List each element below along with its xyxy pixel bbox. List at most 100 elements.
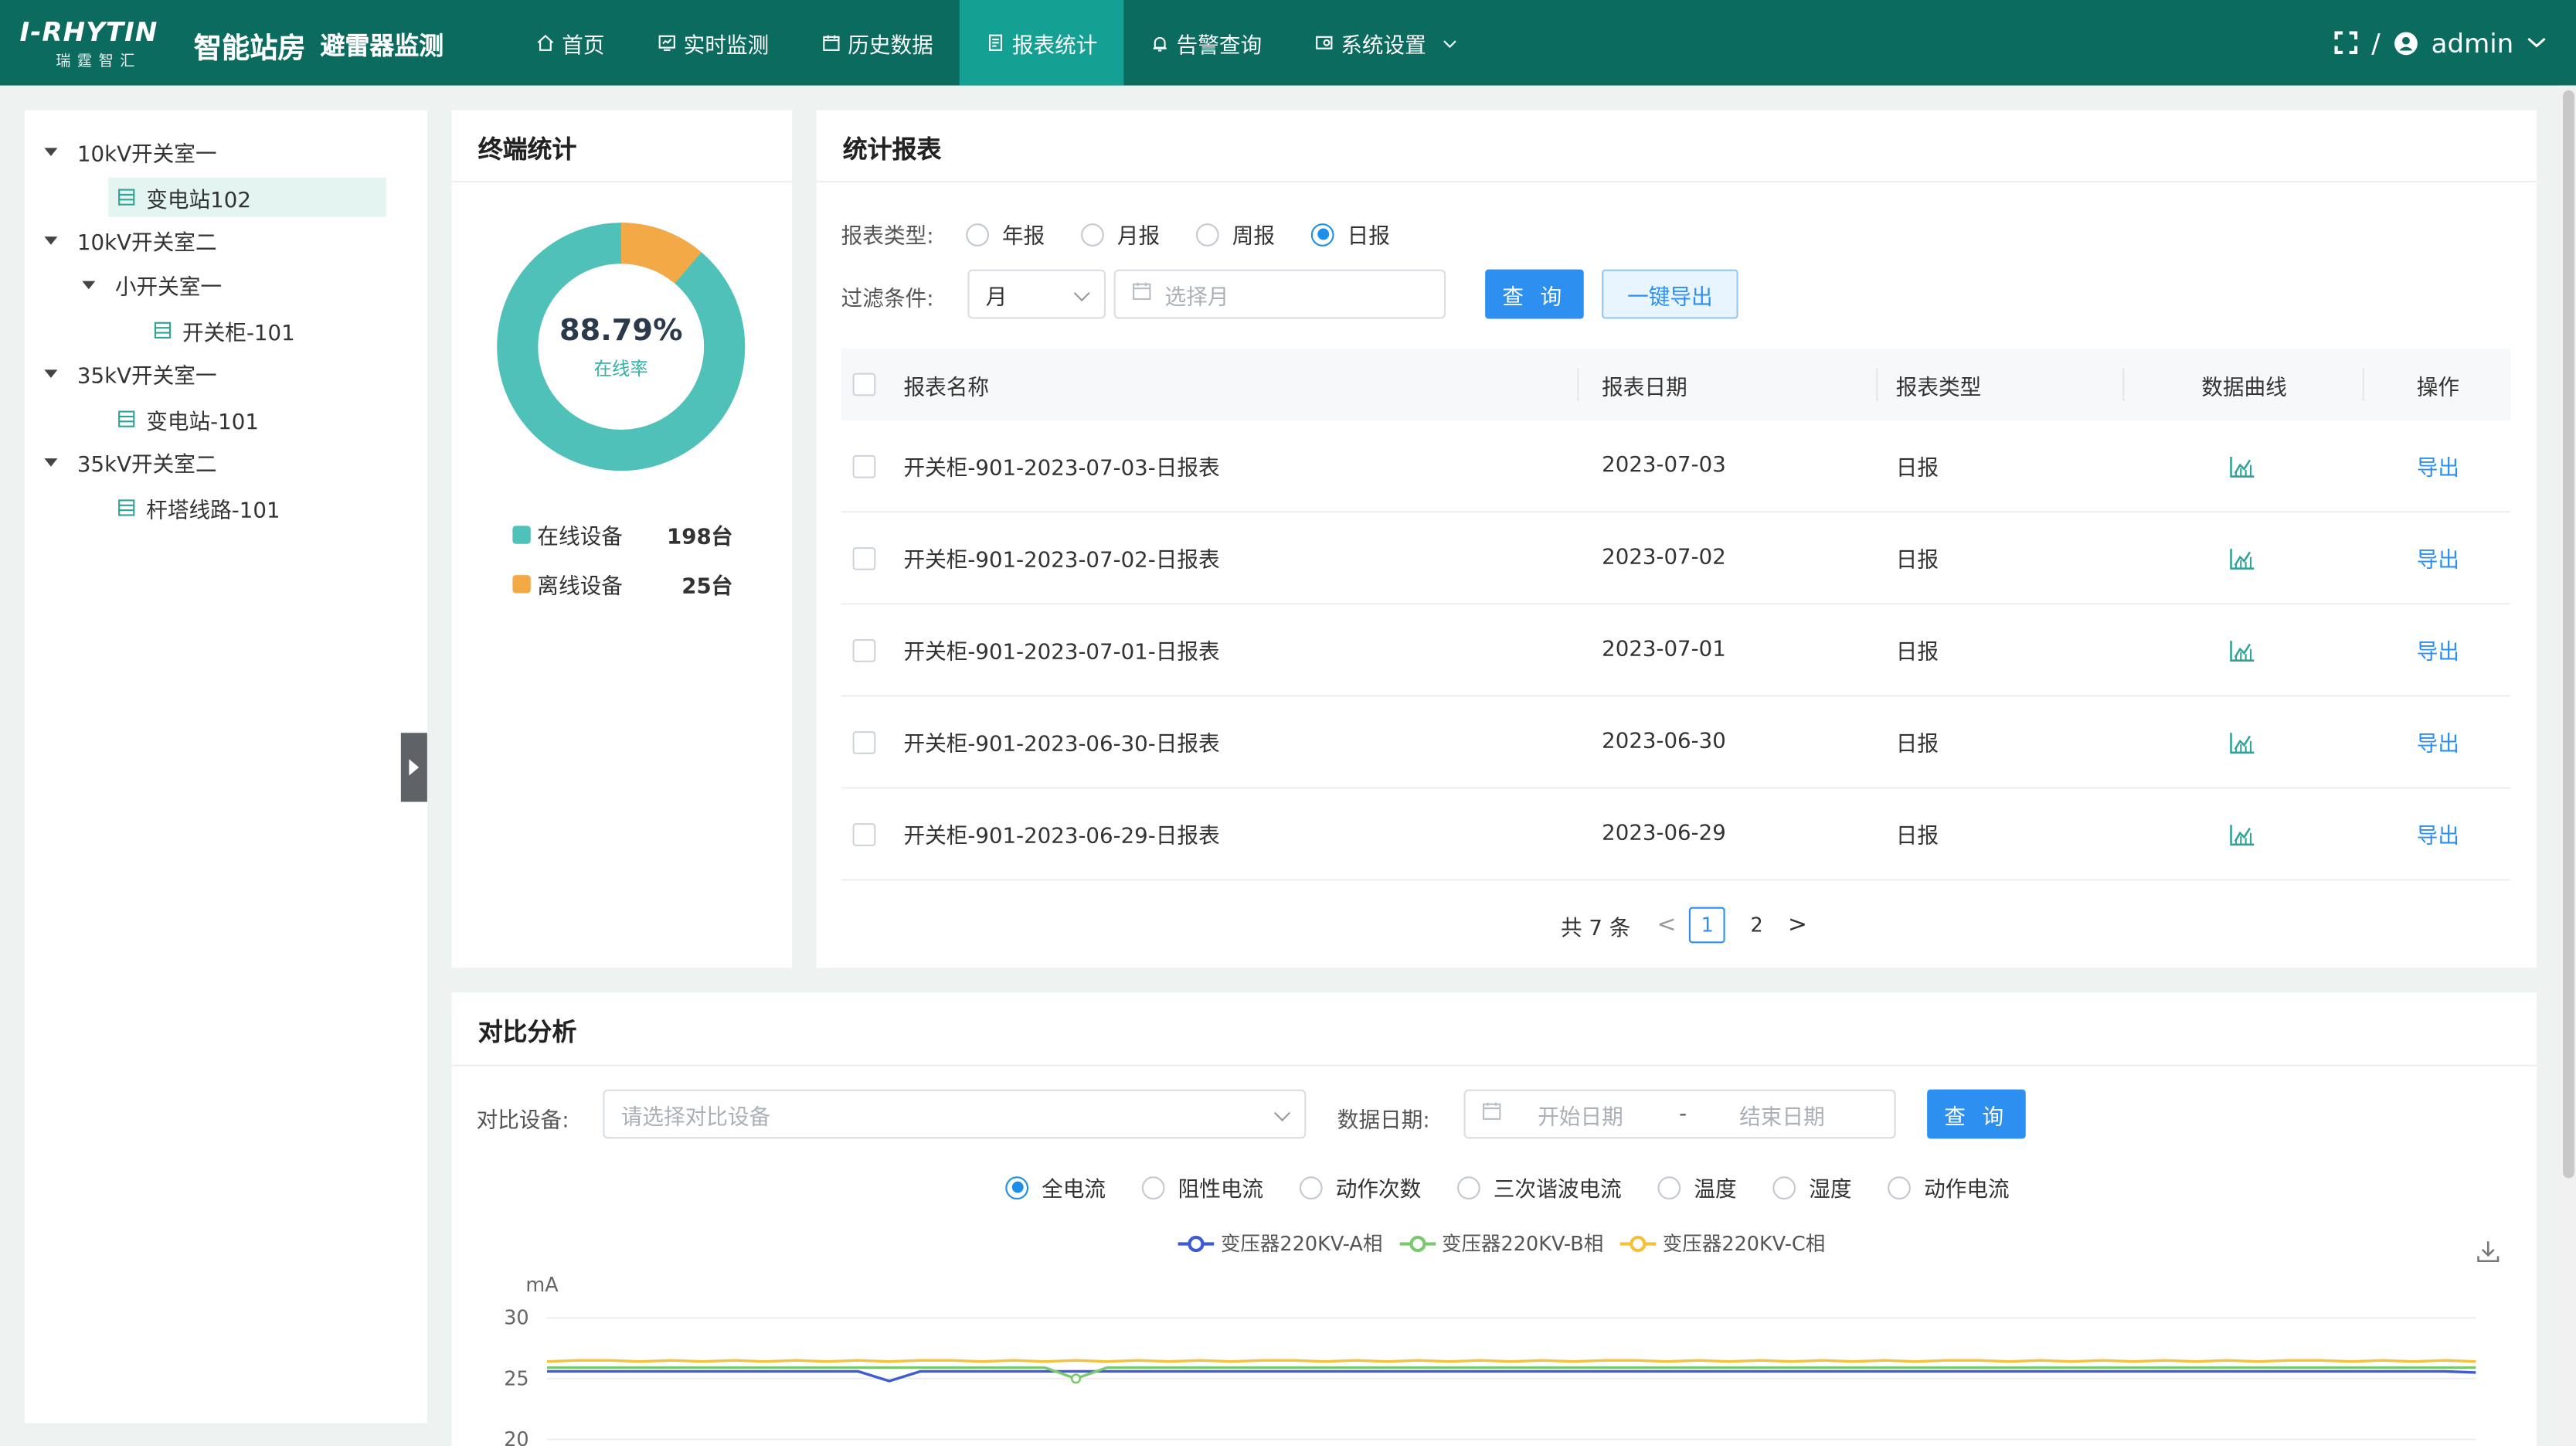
radio-circle[interactable] (966, 223, 990, 246)
radio-metric-resistive-current[interactable]: 阻性电流 (1141, 1172, 1263, 1203)
pagination: 共 7 条 < 1 2 > (1561, 907, 1807, 944)
line-chart-icon[interactable] (2229, 420, 2255, 511)
select-placeholder: 请选择对比设备 (620, 1104, 771, 1130)
compare-device-select[interactable]: 请选择对比设备 (603, 1089, 1307, 1139)
radio-circle[interactable] (1141, 1176, 1165, 1199)
radio-label: 湿度 (1809, 1178, 1852, 1203)
caret-down-icon[interactable] (82, 280, 96, 289)
radio-circle[interactable] (1657, 1176, 1681, 1199)
nav-item-history[interactable]: 历史数据 (795, 0, 960, 86)
radio-circle-checked[interactable] (1310, 223, 1334, 246)
row-export-link[interactable]: 导出 (2417, 604, 2459, 695)
series-line-0[interactable] (547, 1369, 2476, 1383)
radio-circle-checked[interactable] (1005, 1176, 1029, 1199)
radio-circle[interactable] (1196, 223, 1219, 246)
logo-main-text: I-RHYTIN (19, 16, 158, 48)
radio-metric-action-count[interactable]: 动作次数 (1299, 1172, 1421, 1203)
main-nav: 首页 实时监测 历史数据 报表统计 告警查询 系统设置 (509, 0, 1483, 86)
legend-series-a[interactable]: 变压器220KV-A相 (1178, 1229, 1382, 1257)
tree-node-4[interactable]: 开关柜-101 (153, 311, 295, 350)
row-export-link[interactable]: 导出 (2417, 512, 2459, 603)
tree-node-5[interactable]: 35kV开关室一 (44, 353, 217, 393)
legend-series-label: 变压器220KV-C相 (1662, 1232, 1826, 1256)
fullscreen-icon[interactable] (2335, 31, 2359, 55)
tree-node-8[interactable]: 杆塔线路-101 (117, 488, 280, 527)
radio-metric-full-current[interactable]: 全电流 (1005, 1172, 1106, 1203)
tree-node-6[interactable]: 变电站-101 (117, 400, 259, 439)
select-all-checkbox[interactable] (852, 373, 876, 396)
caret-down-icon[interactable] (44, 236, 58, 244)
line-chart-icon[interactable] (2229, 789, 2255, 880)
radio-metric-humidity[interactable]: 湿度 (1772, 1172, 1852, 1203)
radio-month[interactable]: 月报 (1081, 219, 1160, 250)
compare-panel: 对比分析 对比设备: 请选择对比设备 数据日期: 开始日期 - 结束日期 查 询… (451, 992, 2537, 1446)
row-export-link[interactable]: 导出 (2417, 789, 2459, 880)
pager-page-2[interactable]: 2 (1738, 907, 1775, 944)
report-query-button[interactable]: 查 询 (1485, 269, 1584, 319)
pager-next-button[interactable]: > (1788, 912, 1807, 938)
radio-circle[interactable] (1457, 1176, 1480, 1199)
download-icon[interactable] (2476, 1239, 2500, 1264)
row-checkbox[interactable] (852, 822, 876, 845)
scrollbar-thumb[interactable] (2563, 90, 2574, 1179)
user-chevron-down-icon[interactable] (2527, 36, 2547, 49)
row-checkbox[interactable] (852, 454, 876, 478)
username[interactable]: admin (2432, 27, 2514, 58)
series-line-2[interactable] (546, 1359, 2476, 1363)
radio-circle[interactable] (1888, 1176, 1912, 1199)
pager-page-1[interactable]: 1 (1689, 907, 1726, 944)
radio-label: 周报 (1232, 225, 1276, 250)
row-checkbox[interactable] (852, 546, 876, 570)
caret-down-icon[interactable] (44, 147, 58, 155)
row-checkbox[interactable] (852, 638, 876, 662)
line-chart-icon[interactable] (2229, 604, 2255, 695)
series-point-1[interactable] (1070, 1373, 1082, 1384)
row-export-link[interactable]: 导出 (2417, 420, 2459, 511)
nav-item-report[interactable]: 报表统计 (959, 0, 1124, 86)
radio-metric-action-current[interactable]: 动作电流 (1888, 1172, 2010, 1203)
arrow-right-icon (409, 759, 420, 776)
series-line-1[interactable] (547, 1366, 2476, 1380)
row-select-cell (852, 604, 876, 695)
monitor-icon (658, 33, 678, 53)
pager-prev-button[interactable]: < (1657, 912, 1676, 938)
tree-node-7[interactable]: 35kV开关室二 (44, 442, 217, 481)
tree-node-2[interactable]: 10kV开关室二 (44, 220, 217, 260)
list-icon (117, 187, 137, 207)
start-date-placeholder[interactable]: 开始日期 (1538, 1098, 1623, 1130)
radio-week[interactable]: 周报 (1196, 219, 1275, 250)
tree-node-3[interactable]: 小开关室一 (82, 264, 222, 304)
nav-item-alarm[interactable]: 告警查询 (1124, 0, 1289, 86)
sidebar-collapse-button[interactable] (400, 733, 427, 802)
compare-query-button[interactable]: 查 询 (1927, 1089, 2026, 1139)
radio-day[interactable]: 日报 (1310, 219, 1390, 250)
legend-series-b[interactable]: 变压器220KV-B相 (1398, 1229, 1603, 1257)
row-report-type: 日报 (1895, 457, 1939, 481)
nav-item-settings[interactable]: 系统设置 (1288, 0, 1483, 86)
export-all-button[interactable]: 一键导出 (1602, 269, 1738, 319)
nav-item-realtime[interactable]: 实时监测 (631, 0, 796, 86)
radio-metric-temperature[interactable]: 温度 (1657, 1172, 1737, 1203)
line-chart-icon[interactable] (2229, 696, 2255, 787)
radio-circle[interactable] (1081, 223, 1104, 246)
radio-year[interactable]: 年报 (966, 219, 1045, 250)
radio-label: 三次谐波电流 (1493, 1178, 1622, 1203)
radio-circle[interactable] (1299, 1176, 1323, 1199)
nav-item-home[interactable]: 首页 (509, 0, 630, 86)
tree-node-1[interactable]: 变电站102 (108, 177, 386, 217)
row-export-link[interactable]: 导出 (2417, 696, 2459, 787)
compare-date-range-picker[interactable]: 开始日期 - 结束日期 (1463, 1089, 1896, 1139)
row-checkbox[interactable] (852, 730, 876, 754)
filter-period-select[interactable]: 月 (967, 269, 1106, 319)
end-date-placeholder[interactable]: 结束日期 (1739, 1098, 1825, 1130)
radio-circle[interactable] (1772, 1176, 1796, 1199)
radio-metric-harmonic-current[interactable]: 三次谐波电流 (1457, 1172, 1622, 1203)
caret-down-icon[interactable] (44, 458, 58, 466)
legend-series-c[interactable]: 变压器220KV-C相 (1619, 1229, 1825, 1257)
caret-down-icon[interactable] (44, 369, 58, 377)
filter-month-picker[interactable]: 选择月 (1113, 269, 1446, 319)
row-report-name: 开关柜-901-2023-06-29-日报表 (903, 825, 1220, 850)
tree-node-0[interactable]: 10kV开关室一 (44, 131, 217, 171)
row-report-type: 日报 (1895, 641, 1939, 666)
line-chart-icon[interactable] (2229, 512, 2255, 603)
